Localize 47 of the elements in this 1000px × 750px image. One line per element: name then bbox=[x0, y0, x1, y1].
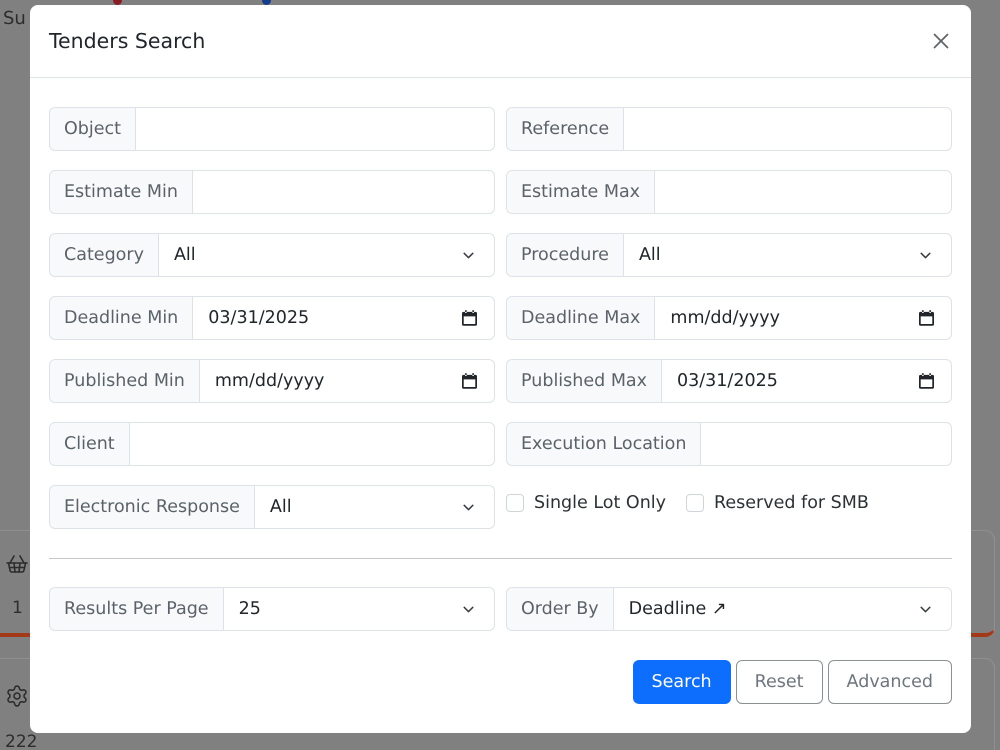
field-label: Estimate Max bbox=[506, 170, 656, 214]
dropdown[interactable]: All bbox=[158, 233, 495, 277]
dropdown[interactable]: Deadline ↗ bbox=[614, 587, 952, 631]
field-label: Electronic Response bbox=[49, 485, 255, 529]
checkbox-label: Single Lot Only bbox=[534, 492, 666, 512]
gear-icon bbox=[5, 684, 29, 708]
stat-value: 222 bbox=[5, 734, 38, 750]
field-label: Object bbox=[49, 107, 136, 151]
field-label: Published Min bbox=[49, 359, 200, 403]
text-input[interactable] bbox=[136, 107, 495, 151]
date-input[interactable]: mm/dd/yyyy bbox=[655, 296, 952, 340]
field-label: Deadline Max bbox=[506, 296, 656, 340]
basket-icon bbox=[5, 552, 29, 576]
page-heading: Su bbox=[3, 8, 26, 30]
dialog-title: Tenders Search bbox=[49, 29, 206, 53]
field-label: Category bbox=[49, 233, 159, 277]
secondary-button[interactable]: Reset bbox=[736, 660, 823, 704]
text-input[interactable] bbox=[130, 422, 495, 466]
dropdown[interactable]: All bbox=[624, 233, 952, 277]
field-label: Deadline Min bbox=[49, 296, 194, 340]
calendar-icon[interactable] bbox=[462, 310, 477, 326]
text-input[interactable] bbox=[192, 170, 495, 214]
text-input[interactable] bbox=[701, 422, 952, 466]
field-label: Results Per Page bbox=[49, 587, 224, 631]
checkbox[interactable] bbox=[506, 494, 524, 512]
checkbox[interactable] bbox=[686, 494, 704, 512]
stat-value: 1 bbox=[11, 600, 23, 616]
field-label: Procedure bbox=[506, 233, 624, 277]
checkbox-label: Reserved for SMB bbox=[714, 492, 869, 512]
field-label: Execution Location bbox=[506, 422, 702, 466]
calendar-icon[interactable] bbox=[919, 310, 934, 326]
dropdown[interactable]: 25 bbox=[224, 587, 495, 631]
calendar-icon[interactable] bbox=[462, 373, 477, 389]
secondary-button[interactable]: Advanced bbox=[828, 660, 952, 704]
field-label: Reference bbox=[506, 107, 624, 151]
date-input[interactable]: 03/31/2025 bbox=[662, 359, 952, 403]
calendar-icon[interactable] bbox=[919, 373, 934, 389]
field-label: Client bbox=[49, 422, 130, 466]
field-label: Order By bbox=[506, 587, 614, 631]
date-input[interactable]: mm/dd/yyyy bbox=[200, 359, 495, 403]
field-label: Estimate Min bbox=[49, 170, 193, 214]
search-button[interactable]: Search bbox=[632, 660, 731, 704]
dropdown[interactable]: All bbox=[254, 485, 495, 529]
text-input[interactable] bbox=[624, 107, 952, 151]
field-label: Published Max bbox=[506, 359, 662, 403]
date-input[interactable]: 03/31/2025 bbox=[193, 296, 495, 340]
text-input[interactable] bbox=[655, 170, 952, 214]
